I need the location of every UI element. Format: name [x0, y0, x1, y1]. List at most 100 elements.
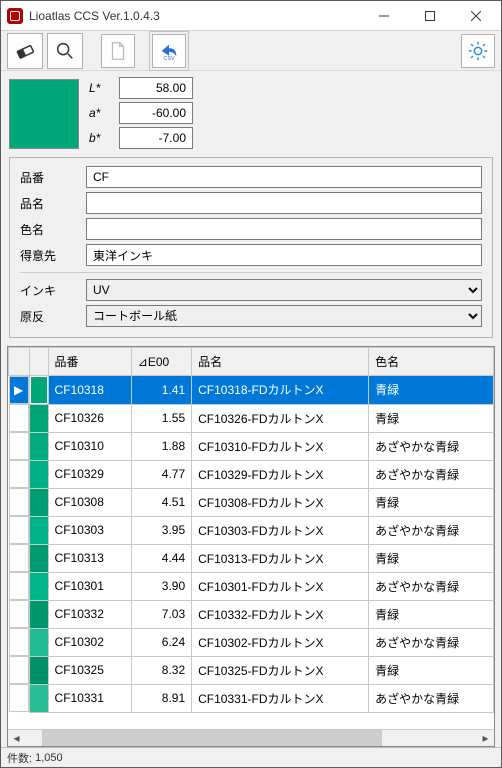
table-row[interactable]: CF103134.44CF10313-FDカルトンX青緑: [9, 544, 494, 572]
cell-de: 4.77: [131, 460, 191, 488]
name-label: 品名: [20, 195, 78, 212]
row-swatch: [29, 516, 48, 544]
cell-de: 6.24: [131, 628, 191, 656]
cell-color: 青緑: [369, 656, 494, 684]
customer-label: 得意先: [20, 247, 78, 264]
cell-de: 1.55: [131, 404, 191, 432]
lab-fields: L* a* b*: [89, 77, 193, 149]
row-swatch: [29, 488, 48, 516]
app-window: Lioatlas CCS Ver.1.0.4.3 CSV: [0, 0, 502, 768]
substrate-label: 原反: [20, 308, 78, 325]
cell-part-no: CF10301: [48, 572, 131, 600]
table-row[interactable]: CF103033.95CF10303-FDカルトンXあざやかな青緑: [9, 516, 494, 544]
part-no-input[interactable]: [86, 166, 482, 188]
grid-scroll[interactable]: 品番 ⊿E00 品名 色名 ▶ CF103181.41CF10318-FDカルトン…: [8, 347, 494, 729]
cell-name: CF10301-FDカルトンX: [192, 572, 369, 600]
cell-color: 青緑: [369, 600, 494, 628]
cell-part-no: CF10318: [48, 376, 131, 405]
col-de[interactable]: ⊿E00: [131, 348, 191, 376]
table-row[interactable]: CF103258.32CF10325-FDカルトンX青緑: [9, 656, 494, 684]
lab-row: L* a* b*: [9, 77, 493, 149]
titlebar: Lioatlas CCS Ver.1.0.4.3: [1, 1, 501, 31]
cell-name: CF10325-FDカルトンX: [192, 656, 369, 684]
cell-name: CF10302-FDカルトンX: [192, 628, 369, 656]
cell-color: 青緑: [369, 404, 494, 432]
cell-name: CF10332-FDカルトンX: [192, 600, 369, 628]
cell-name: CF10313-FDカルトンX: [192, 544, 369, 572]
cell-part-no: CF10332: [48, 600, 131, 628]
row-indicator: [9, 600, 29, 628]
cell-name: CF10329-FDカルトンX: [192, 460, 369, 488]
settings-button[interactable]: [461, 34, 495, 68]
csv-group: CSV: [149, 31, 189, 71]
maximize-button[interactable]: [407, 1, 453, 31]
table-row[interactable]: CF103084.51CF10308-FDカルトンX青緑: [9, 488, 494, 516]
row-indicator: [9, 544, 29, 572]
table-row[interactable]: CF103026.24CF10302-FDカルトンXあざやかな青緑: [9, 628, 494, 656]
col-color[interactable]: 色名: [369, 348, 494, 376]
table-row[interactable]: CF103013.90CF10301-FDカルトンXあざやかな青緑: [9, 572, 494, 600]
col-part-no[interactable]: 品番: [48, 348, 131, 376]
lab-a-label: a*: [89, 106, 113, 120]
part-no-label: 品番: [20, 169, 78, 186]
lab-l-input[interactable]: [119, 77, 193, 99]
csv-export-button[interactable]: CSV: [152, 34, 186, 68]
cell-color: 青緑: [369, 544, 494, 572]
table-row[interactable]: ▶CF103181.41CF10318-FDカルトンX青緑: [9, 376, 494, 405]
cell-part-no: CF10329: [48, 460, 131, 488]
table-row[interactable]: CF103101.88CF10310-FDカルトンXあざやかな青緑: [9, 432, 494, 460]
cell-color: あざやかな青緑: [369, 432, 494, 460]
scroll-thumb[interactable]: [42, 730, 382, 746]
app-icon: [7, 8, 23, 24]
scroll-left-icon[interactable]: ◂: [8, 730, 25, 747]
cell-color: あざやかな青緑: [369, 628, 494, 656]
close-button[interactable]: [453, 1, 499, 31]
row-indicator: [9, 572, 29, 600]
cell-name: CF10326-FDカルトンX: [192, 404, 369, 432]
substrate-select[interactable]: コートボール紙: [86, 305, 482, 327]
cell-part-no: CF10313: [48, 544, 131, 572]
lab-b-input[interactable]: [119, 127, 193, 149]
ink-select[interactable]: UV: [86, 279, 482, 301]
scroll-right-icon[interactable]: ▸: [477, 730, 494, 747]
col-name[interactable]: 品名: [192, 348, 369, 376]
cell-de: 4.44: [131, 544, 191, 572]
color-name-input[interactable]: [86, 218, 482, 240]
lab-l-label: L*: [89, 81, 113, 95]
customer-input[interactable]: [86, 244, 482, 266]
cell-de: 3.90: [131, 572, 191, 600]
horizontal-scrollbar[interactable]: ◂ ▸: [8, 729, 494, 746]
cell-name: CF10318-FDカルトンX: [192, 376, 369, 405]
svg-text:CSV: CSV: [163, 56, 175, 62]
col-swatch[interactable]: [29, 348, 48, 376]
cell-de: 3.95: [131, 516, 191, 544]
eraser-button[interactable]: [7, 33, 43, 69]
cell-part-no: CF10308: [48, 488, 131, 516]
search-button[interactable]: [47, 33, 83, 69]
cell-part-no: CF10303: [48, 516, 131, 544]
table-row[interactable]: CF103261.55CF10326-FDカルトンX青緑: [9, 404, 494, 432]
cell-color: あざやかな青緑: [369, 460, 494, 488]
new-doc-button[interactable]: [101, 34, 135, 68]
ink-label: インキ: [20, 282, 78, 299]
cell-part-no: CF10302: [48, 628, 131, 656]
lab-a-input[interactable]: [119, 102, 193, 124]
cell-part-no: CF10326: [48, 404, 131, 432]
row-indicator: ▶: [9, 376, 29, 404]
table-row[interactable]: CF103318.91CF10331-FDカルトンXあざやかな青緑: [9, 684, 494, 712]
cell-de: 1.88: [131, 432, 191, 460]
cell-de: 1.41: [131, 376, 191, 405]
table-row[interactable]: CF103327.03CF10332-FDカルトンX青緑: [9, 600, 494, 628]
table-row[interactable]: CF103294.77CF10329-FDカルトンXあざやかな青緑: [9, 460, 494, 488]
cell-part-no: CF10310: [48, 432, 131, 460]
cell-de: 8.32: [131, 656, 191, 684]
status-count: 1,050: [35, 752, 63, 764]
cell-part-no: CF10331: [48, 684, 131, 712]
search-form: 品番 品名 色名 得意先 インキUV 原反コートボール紙: [9, 157, 493, 338]
col-selector[interactable]: [9, 348, 30, 376]
row-indicator: [9, 516, 29, 544]
name-input[interactable]: [86, 192, 482, 214]
lab-b-label: b*: [89, 131, 113, 145]
row-swatch: [29, 460, 48, 488]
minimize-button[interactable]: [361, 1, 407, 31]
